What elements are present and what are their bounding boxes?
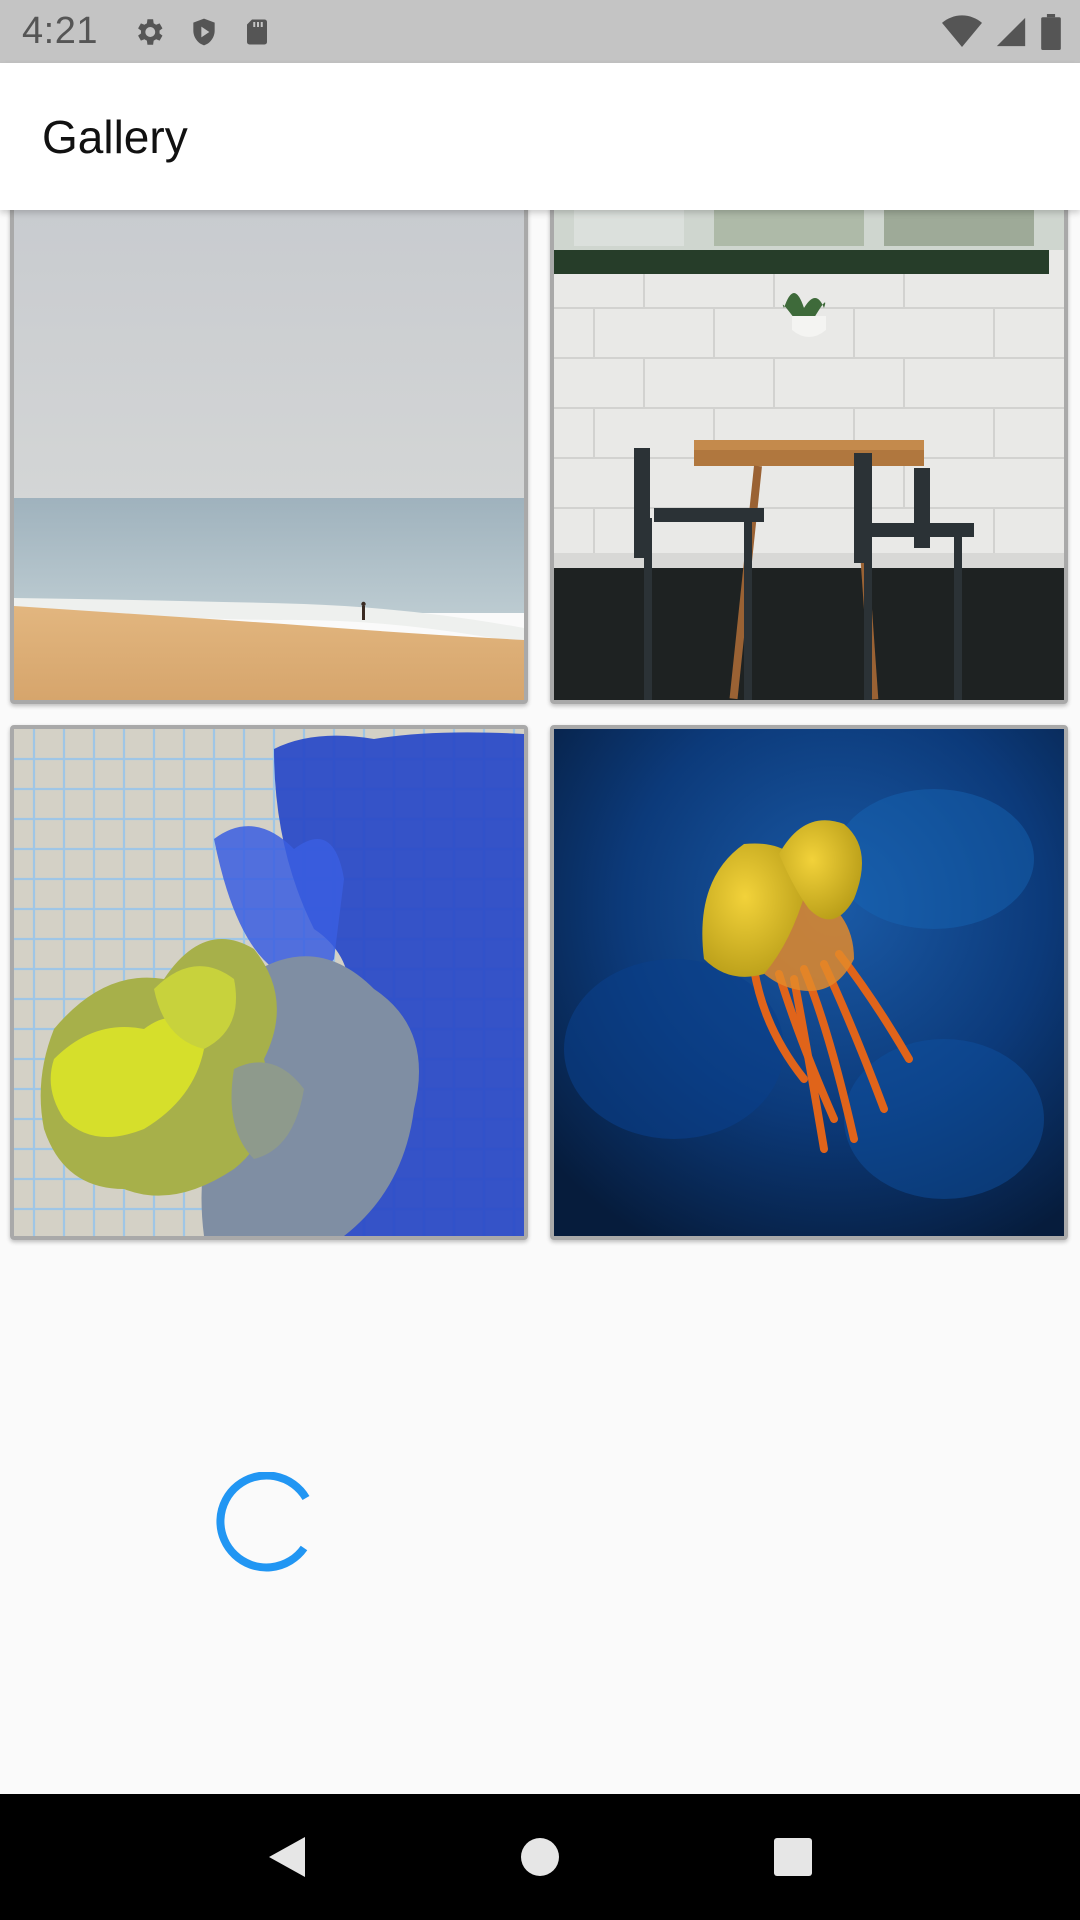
beach-photo[interactable] — [10, 204, 528, 704]
status-time: 4:21 — [22, 10, 98, 52]
wifi-icon — [942, 14, 982, 49]
app-bar: Gallery — [0, 63, 1080, 210]
back-icon[interactable] — [247, 1817, 327, 1897]
coral-grid-photo[interactable] — [10, 725, 528, 1240]
sd-card-icon — [242, 15, 272, 49]
loading-spinner — [216, 1471, 316, 1572]
status-bar: 4:21 — [0, 0, 1080, 63]
screen: 4:21 Gallery — [0, 0, 1080, 1920]
jellyfish-photo[interactable] — [550, 725, 1068, 1240]
status-left-icons — [132, 15, 272, 49]
battery-icon — [1040, 13, 1062, 50]
status-right-icons — [942, 0, 1062, 63]
gear-icon — [132, 15, 166, 49]
shield-icon — [188, 15, 220, 49]
nav-bar — [0, 1794, 1080, 1920]
recents-icon[interactable] — [753, 1817, 833, 1897]
home-icon[interactable] — [500, 1817, 580, 1897]
cafe-table-photo[interactable] — [550, 204, 1068, 704]
cellular-signal-icon — [994, 15, 1028, 49]
app-title: Gallery — [42, 110, 188, 163]
